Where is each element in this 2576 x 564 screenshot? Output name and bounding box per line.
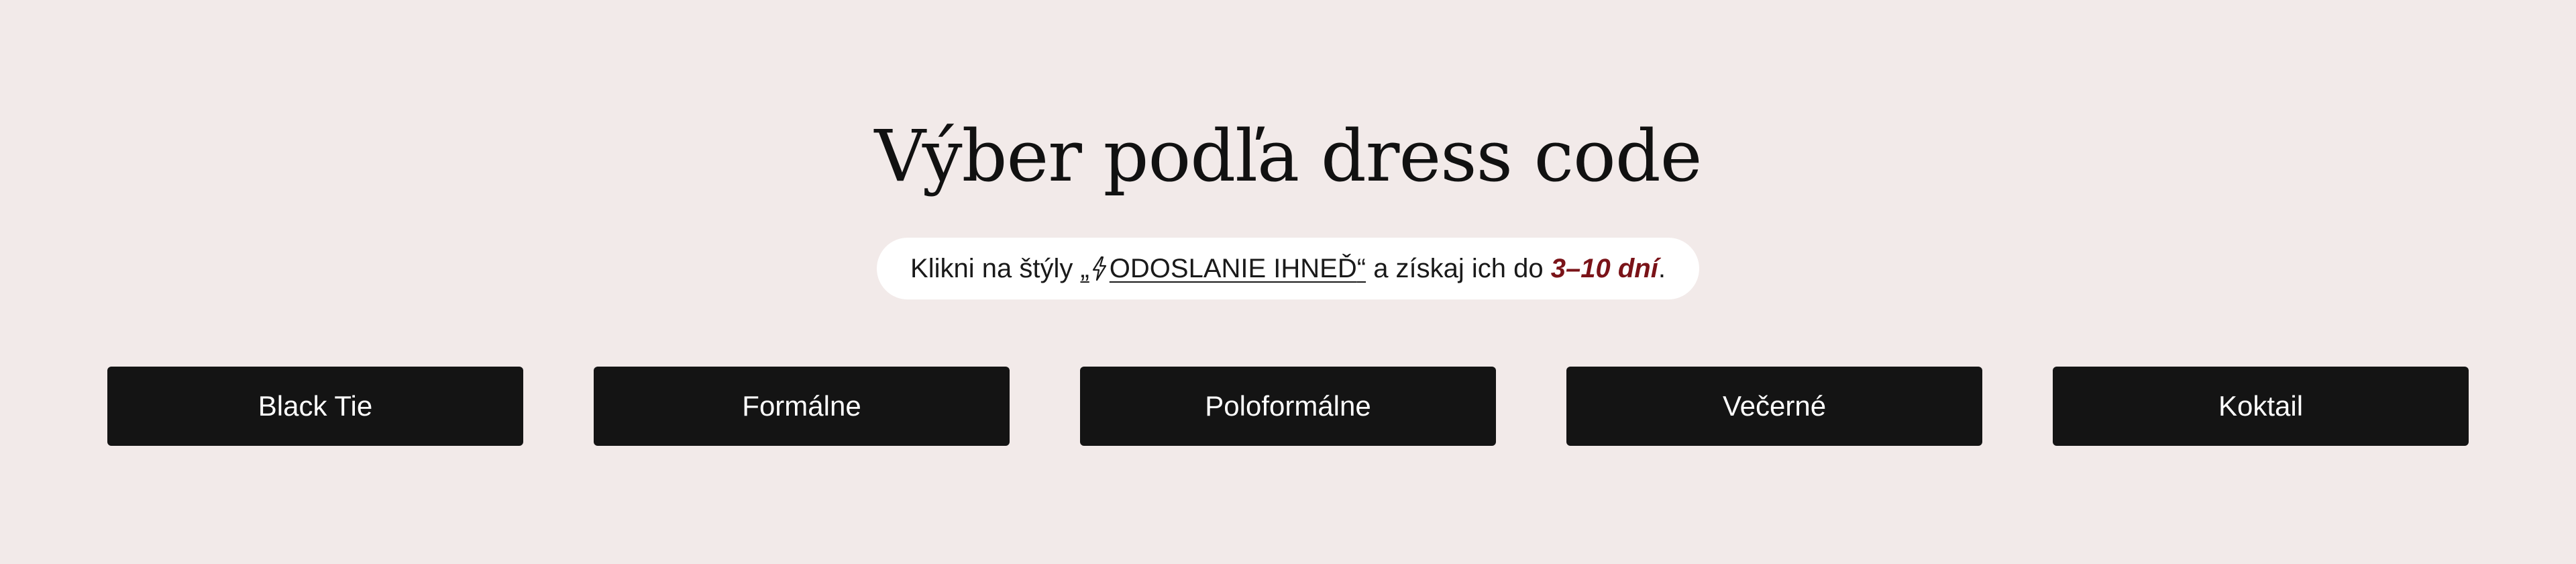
link-open-quote: „ [1080, 254, 1089, 283]
notice-suffix: . [1658, 254, 1666, 283]
lightning-bolt-icon [1092, 256, 1106, 281]
section-title: Výber podľa dress code [874, 115, 1703, 197]
evening-button[interactable]: Večerné [1566, 367, 1982, 446]
dress-code-section: Výber podľa dress code Klikni na štýly „… [0, 0, 2576, 564]
formal-button[interactable]: Formálne [594, 367, 1010, 446]
notice-middle: a získaj ich do [1366, 254, 1551, 283]
notice-wrapper: Klikni na štýly „ ODOSLANIE IHNEĎ“ a získ… [0, 238, 2576, 299]
cocktail-button[interactable]: Koktail [2053, 367, 2469, 446]
shipping-notice-pill: Klikni na štýly „ ODOSLANIE IHNEĎ“ a získ… [877, 238, 1699, 299]
black-tie-button[interactable]: Black Tie [107, 367, 523, 446]
semi-formal-button[interactable]: Poloformálne [1080, 367, 1496, 446]
ship-now-link[interactable]: „ ODOSLANIE IHNEĎ“ [1080, 254, 1366, 283]
dress-code-buttons: Black Tie Formálne Poloformálne Večerné … [107, 367, 2469, 446]
link-label: ODOSLANIE IHNEĎ [1109, 254, 1357, 283]
link-close-quote: “ [1356, 254, 1366, 283]
notice-prefix: Klikni na štýly [910, 254, 1081, 283]
delivery-days-highlight: 3–10 dní [1550, 254, 1658, 283]
